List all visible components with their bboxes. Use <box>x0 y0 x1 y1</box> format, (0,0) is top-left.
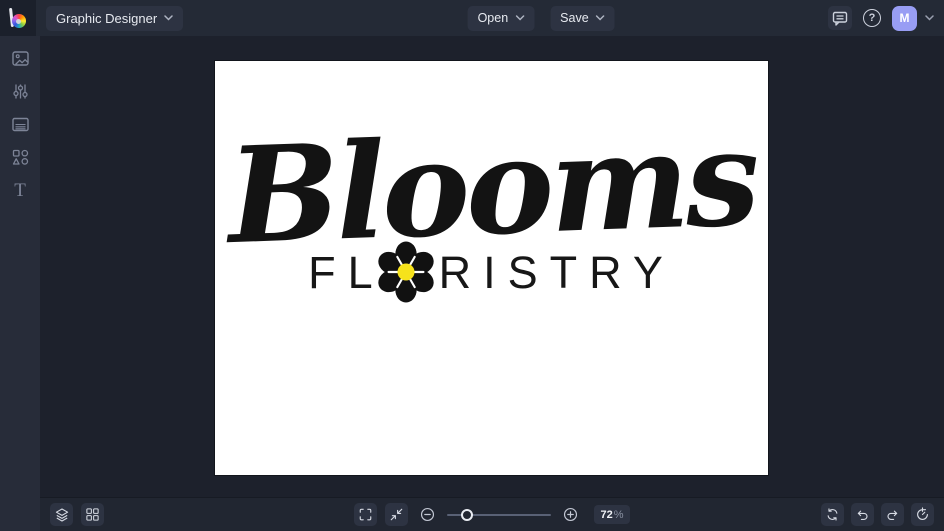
fullscreen-button[interactable] <box>354 503 377 526</box>
top-bar: Graphic Designer Open Save ? M <box>0 0 944 36</box>
zoom-unit: % <box>613 508 624 521</box>
sliders-icon <box>12 84 28 99</box>
fullscreen-icon <box>359 508 372 521</box>
image-icon <box>11 51 29 66</box>
feedback-button[interactable] <box>828 6 852 30</box>
tool-sidebar: T <box>0 36 40 531</box>
save-button[interactable]: Save <box>550 5 615 31</box>
file-actions: Open Save <box>467 0 615 36</box>
chevron-down-icon <box>595 15 605 21</box>
zoom-slider[interactable] <box>447 507 551 523</box>
workspace: T Blooms FL RISTRY 72 % <box>0 36 944 531</box>
befunky-logo-icon <box>8 7 27 28</box>
avatar-initial: M <box>899 11 910 25</box>
text-icon: T <box>14 180 26 201</box>
chevron-down-icon <box>515 15 524 21</box>
app-mode-label: Graphic Designer <box>56 10 158 26</box>
bottom-left-tools <box>50 503 104 526</box>
fit-screen-icon <box>390 508 403 521</box>
save-label: Save <box>560 11 589 25</box>
zoom-in-icon <box>563 507 578 522</box>
redo-button[interactable] <box>881 503 904 526</box>
canvas-area[interactable]: Blooms FL RISTRY 72 % <box>40 36 944 531</box>
sidebar-item-text[interactable]: T <box>7 181 33 200</box>
chevron-down-icon <box>164 15 173 21</box>
design-script-text[interactable]: Blooms <box>225 90 759 286</box>
bottom-toolbar: 72% <box>40 497 944 531</box>
reset-icon <box>827 508 838 521</box>
layers-icon <box>55 507 68 522</box>
zoom-out-button[interactable] <box>416 503 439 526</box>
sidebar-item-edit[interactable] <box>7 82 33 101</box>
sidebar-item-image-manager[interactable] <box>7 49 33 68</box>
layers-button[interactable] <box>50 503 73 526</box>
pages-grid-button[interactable] <box>81 503 104 526</box>
history-button[interactable] <box>911 503 934 526</box>
redo-icon <box>887 510 898 520</box>
undo-icon <box>857 510 868 520</box>
sidebar-item-graphics[interactable] <box>7 148 33 167</box>
app-mode-menu[interactable]: Graphic Designer <box>46 5 184 31</box>
zoom-controls: 72% <box>354 503 630 526</box>
open-button[interactable]: Open <box>467 5 535 31</box>
logo-design: Blooms FL RISTRY <box>215 99 768 303</box>
template-icon <box>11 117 29 132</box>
fit-to-screen-button[interactable] <box>385 503 408 526</box>
chevron-down-icon <box>925 15 934 21</box>
zoom-value: 72 <box>600 508 613 521</box>
zoom-level-display[interactable]: 72% <box>594 505 630 524</box>
help-button[interactable]: ? <box>860 6 884 30</box>
user-avatar[interactable]: M <box>892 5 917 31</box>
reset-button[interactable] <box>821 503 844 526</box>
grid-icon <box>86 508 99 521</box>
account-menu-button[interactable] <box>925 15 934 21</box>
zoom-out-icon <box>420 507 435 522</box>
open-label: Open <box>477 11 509 25</box>
help-icon: ? <box>863 9 881 27</box>
app-logo[interactable] <box>0 0 36 36</box>
history-icon <box>917 507 928 520</box>
shapes-icon <box>12 149 28 165</box>
comment-icon <box>832 11 848 26</box>
zoom-in-button[interactable] <box>559 503 582 526</box>
zoom-slider-handle[interactable] <box>460 508 473 521</box>
account-area: ? M <box>828 5 944 31</box>
undo-button[interactable] <box>851 503 874 526</box>
history-tools <box>821 503 934 526</box>
design-artboard[interactable]: Blooms FL RISTRY <box>215 61 768 475</box>
sidebar-item-templates[interactable] <box>7 115 33 134</box>
app-window: Graphic Designer Open Save ? M T Blooms … <box>0 0 944 531</box>
